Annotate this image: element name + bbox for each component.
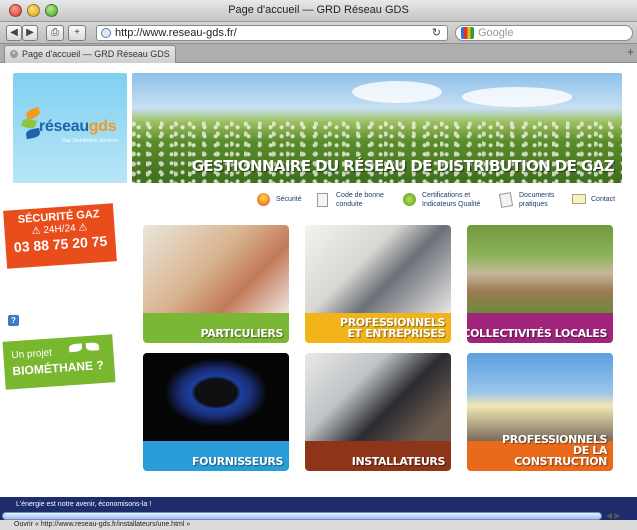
tab-label: Page d'accueil — GRD Réseau GDS [22, 49, 170, 59]
tile-construction[interactable]: PROFESSIONNELS DE LA CONSTRUCTION [467, 353, 613, 471]
tile-installateurs[interactable]: INSTALLATEURS [305, 353, 451, 471]
header-banner: GESTIONNAIRE DU RÉSEAU DE DISTRIBUTION D… [132, 73, 622, 183]
title-bar: Page d'accueil — GRD Réseau GDS [0, 0, 637, 22]
tab-bar: × Page d'accueil — GRD Réseau GDS + [0, 44, 637, 63]
banner-cloud [352, 81, 442, 103]
tile-particuliers[interactable]: PARTICULIERS [143, 225, 289, 343]
nav-code-conduite[interactable]: Code de bonne conduite [317, 191, 397, 213]
address-url: http://www.reseau-gds.fr/ [115, 27, 237, 39]
tile-photo [305, 225, 451, 313]
nav-certifications[interactable]: Certifications et Indicateurs Qualité [403, 191, 493, 213]
tile-collectivites[interactable]: COLLECTIVITÉS LOCALES [467, 225, 613, 343]
add-bookmark-button[interactable]: + [68, 25, 86, 41]
new-tab-button[interactable]: + [627, 45, 634, 59]
help-icon[interactable]: ? [8, 315, 19, 326]
plus-icon: + [74, 27, 80, 38]
tile-photo [143, 225, 289, 313]
forward-arrow-icon: ▶ [26, 27, 34, 38]
search-placeholder: Google [478, 27, 514, 39]
tile-professionnels[interactable]: PROFESSIONNELS ET ENTREPRISES [305, 225, 451, 343]
tile-fournisseurs[interactable]: FOURNISSEURS [143, 353, 289, 471]
logo-reseau: réseau [39, 118, 89, 135]
biomethane-line2: BIOMÉTHANE ? [12, 357, 105, 379]
tile-photo [305, 353, 451, 441]
tile-photo [467, 225, 613, 313]
globe-icon [101, 28, 111, 38]
logo-gds: gds [88, 118, 117, 135]
footer-message: L'énergie est notre avenir, économisons-… [16, 501, 152, 508]
share-icon: ⎙ [51, 27, 59, 38]
nav-documents[interactable]: Documents pratiques [498, 191, 560, 213]
tab-accueil[interactable]: × Page d'accueil — GRD Réseau GDS [4, 45, 176, 63]
banner-cloud [462, 87, 572, 107]
browser-toolbar: ◀ ▶ ⎙ + http://www.reseau-gds.fr/ ↻ Goog… [0, 22, 637, 44]
leaf-icon [85, 342, 100, 352]
share-button[interactable]: ⎙ [46, 25, 64, 41]
back-arrow-icon: ◀ [10, 27, 18, 38]
address-bar[interactable]: http://www.reseau-gds.fr/ ↻ [96, 25, 448, 41]
tile-label: PROFESSIONNELS DE LA CONSTRUCTION [502, 433, 607, 468]
safety-flame-icon [257, 193, 270, 206]
certification-icon [403, 193, 416, 206]
tile-label: INSTALLATEURS [351, 455, 446, 468]
tile-photo [467, 353, 613, 441]
tile-label: COLLECTIVITÉS LOCALES [467, 327, 607, 340]
biomethane-badge[interactable]: Un projet BIOMÉTHANE ? [2, 334, 116, 390]
banner-title: GESTIONNAIRE DU RÉSEAU DE DISTRIBUTION D… [191, 157, 615, 175]
back-button[interactable]: ◀ [6, 25, 22, 41]
search-field[interactable]: Google [455, 25, 633, 41]
tile-label: PROFESSIONNELS ET ENTREPRISES [340, 316, 445, 340]
biomethane-line1: Un projet [11, 347, 53, 362]
site-logo[interactable]: réseaugds Gaz Distribution Services [13, 73, 127, 183]
document-icon [317, 193, 328, 207]
envelope-icon [572, 194, 586, 204]
logo-tagline: Gaz Distribution Services [62, 138, 119, 144]
web-content: réseaugds Gaz Distribution Services GEST… [0, 63, 637, 503]
security-hotline-badge[interactable]: SÉCURITÉ GAZ ⚠ 24H/24 ⚠ 03 88 75 20 75 [3, 203, 117, 269]
status-bar: Ouvrir « http://www.reseau-gds.fr/instal… [0, 520, 637, 530]
browser-window: Page d'accueil — GRD Réseau GDS ◀ ▶ ⎙ + … [0, 0, 637, 530]
scroll-arrows[interactable]: ◀ ▶ [606, 511, 621, 520]
leaf-icon [68, 343, 83, 353]
tile-label: PARTICULIERS [200, 327, 284, 340]
logo-wordmark: réseaugds [39, 118, 117, 136]
horizontal-scrollbar[interactable] [2, 512, 602, 520]
google-icon [461, 27, 474, 39]
window-title: Page d'accueil — GRD Réseau GDS [228, 4, 409, 16]
tile-label: FOURNISSEURS [192, 455, 283, 468]
reload-icon[interactable]: ↻ [432, 26, 441, 40]
pen-document-icon [498, 192, 514, 208]
tile-photo [143, 353, 289, 441]
close-tab-icon[interactable]: × [10, 50, 18, 58]
forward-button[interactable]: ▶ [22, 25, 38, 41]
